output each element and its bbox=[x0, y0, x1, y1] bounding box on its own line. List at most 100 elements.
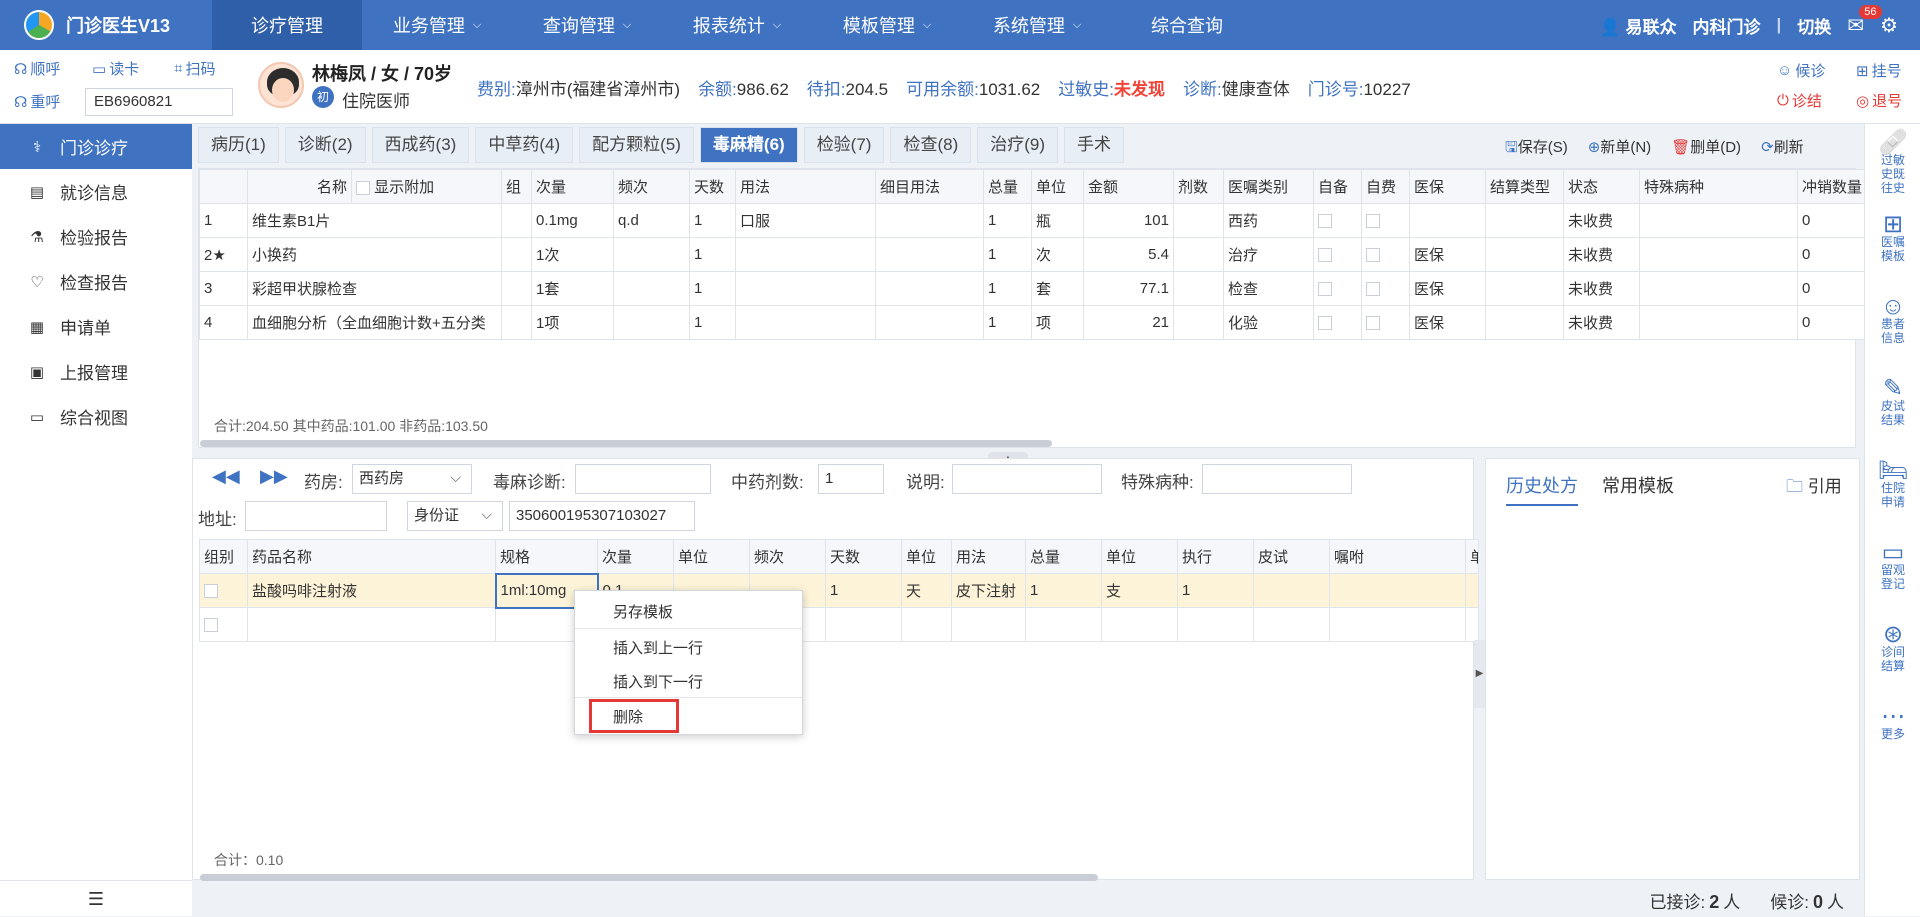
rail-item-3[interactable]: ✎ 皮试结果 bbox=[1865, 377, 1920, 428]
column-header[interactable]: 单位 bbox=[901, 539, 952, 574]
tab-0[interactable]: 病历(1) bbox=[198, 127, 279, 163]
pharmacy-select[interactable]: 西药房 bbox=[352, 463, 472, 494]
table-row[interactable]: 2★ 小换药 1次 1 1 次 5.4 治疗 医保 未收费 0 bbox=[199, 237, 1884, 272]
column-header[interactable]: 组别 bbox=[199, 539, 248, 574]
tab-4[interactable]: 配方颗粒(5) bbox=[579, 127, 694, 163]
column-header[interactable]: 单 bbox=[1465, 539, 1479, 574]
column-header[interactable]: 总量 bbox=[983, 169, 1032, 204]
column-header[interactable]: 皮试 bbox=[1253, 539, 1330, 574]
refund-button[interactable]: ◎ 退号 bbox=[1856, 90, 1902, 111]
column-header[interactable]: 状态 bbox=[1563, 169, 1640, 204]
table-cell[interactable]: 天 bbox=[901, 573, 952, 608]
tab-history-prescription[interactable]: 历史处方 bbox=[1506, 472, 1578, 506]
column-header[interactable]: 频次 bbox=[749, 539, 826, 574]
sidebar-item-3[interactable]: ♡ 检查报告 bbox=[0, 259, 192, 304]
column-header[interactable]: 次量 bbox=[531, 169, 614, 204]
scan-button[interactable]: ⌗ 扫码 bbox=[174, 58, 215, 79]
row-checkbox[interactable] bbox=[1318, 282, 1332, 297]
column-header[interactable]: 单位 bbox=[1101, 539, 1178, 574]
row-checkbox[interactable] bbox=[1366, 282, 1380, 297]
row-checkbox[interactable] bbox=[1318, 316, 1332, 331]
nav-item-0[interactable]: 诊疗管理 bbox=[212, 0, 362, 50]
column-header[interactable]: 嘱咐 bbox=[1329, 539, 1466, 574]
table-cell[interactable] bbox=[199, 573, 248, 608]
column-header[interactable]: 自备 bbox=[1313, 169, 1362, 204]
register-button[interactable]: ⊞ 挂号 bbox=[1856, 60, 1902, 81]
rail-item-4[interactable]: 🛏 住院申请 bbox=[1865, 459, 1920, 510]
table-cell[interactable] bbox=[1101, 607, 1178, 642]
narcotic-diagnosis-input[interactable] bbox=[575, 464, 711, 494]
table-cell[interactable]: 皮下注射 bbox=[951, 573, 1026, 608]
column-header[interactable]: 用法 bbox=[951, 539, 1026, 574]
tab-5[interactable]: 毒麻精(6) bbox=[699, 127, 798, 163]
column-header[interactable]: 药品名称 bbox=[247, 539, 496, 574]
column-header[interactable]: 组 bbox=[501, 169, 532, 204]
switch-button[interactable]: 切换 bbox=[1797, 13, 1831, 38]
column-header[interactable]: 用法 bbox=[735, 169, 876, 204]
row-checkbox[interactable] bbox=[1318, 214, 1332, 229]
sidebar-item-1[interactable]: ▤ 就诊信息 bbox=[0, 169, 192, 214]
table-cell[interactable] bbox=[1329, 573, 1466, 608]
column-header[interactable]: 天数 bbox=[689, 169, 736, 204]
mail-icon[interactable]: ✉ 56 bbox=[1847, 4, 1882, 38]
column-header[interactable]: 医保 bbox=[1409, 169, 1486, 204]
settings-gear-icon[interactable]: ⚙ bbox=[1880, 13, 1898, 38]
column-header[interactable]: 显示附加 bbox=[351, 169, 502, 204]
nav-item-2[interactable]: 查询管理 ⌵ bbox=[512, 0, 662, 50]
cite-button[interactable]: 🗀 引用 bbox=[1786, 472, 1842, 503]
save-button[interactable]: 🖫保存(S) bbox=[1505, 136, 1568, 162]
sidebar-item-2[interactable]: ⚗ 检验报告 bbox=[0, 214, 192, 259]
nav-item-1[interactable]: 业务管理 ⌵ bbox=[362, 0, 512, 50]
table-cell[interactable]: 1 bbox=[1025, 573, 1102, 608]
column-header[interactable]: 金额 bbox=[1083, 169, 1174, 204]
table-cell[interactable] bbox=[199, 607, 248, 642]
sidebar-item-5[interactable]: ▣ 上报管理 bbox=[0, 349, 192, 394]
department-label[interactable]: 内科门诊 bbox=[1693, 13, 1761, 38]
column-header[interactable]: 单位 bbox=[1031, 169, 1084, 204]
collapse-menu-icon[interactable]: ☰ bbox=[0, 880, 192, 916]
sidebar-item-6[interactable]: ▭ 综合视图 bbox=[0, 394, 192, 439]
card-number-input[interactable]: EB6960821 bbox=[85, 88, 233, 116]
tab-2[interactable]: 西成药(3) bbox=[371, 127, 470, 163]
column-header[interactable] bbox=[199, 169, 248, 204]
row-checkbox[interactable] bbox=[204, 584, 218, 599]
column-header[interactable]: 医嘱类别 bbox=[1223, 169, 1314, 204]
tab-1[interactable]: 诊断(2) bbox=[284, 127, 366, 163]
column-header[interactable]: 特殊病种 bbox=[1639, 169, 1798, 204]
table-cell[interactable] bbox=[1177, 607, 1254, 642]
call-next-button[interactable]: ☊ 顺呼 bbox=[14, 58, 60, 79]
rail-item-6[interactable]: ⊛ 诊间结算 bbox=[1865, 623, 1920, 674]
recall-button[interactable]: ☊ 重呼 bbox=[14, 91, 60, 112]
table-cell[interactable] bbox=[1253, 573, 1330, 608]
menu-insert-above[interactable]: 插入到上一行 bbox=[613, 637, 703, 658]
next-record-icon[interactable]: ▶▶ bbox=[260, 466, 288, 487]
nav-item-3[interactable]: 报表统计 ⌵ bbox=[662, 0, 812, 50]
table-row[interactable]: 1维生素B1片0.1mgq.d1口服1瓶101西药未收费01 bbox=[199, 203, 1884, 238]
tab-9[interactable]: 手术 bbox=[1064, 127, 1125, 163]
column-header[interactable]: 执行 bbox=[1177, 539, 1254, 574]
table-cell[interactable] bbox=[247, 607, 496, 642]
delete-order-button[interactable]: 🗑删单(D) bbox=[1671, 136, 1741, 162]
table-cell[interactable] bbox=[1253, 607, 1330, 642]
table-cell[interactable] bbox=[1329, 607, 1466, 642]
row-checkbox[interactable] bbox=[1366, 248, 1380, 263]
column-header[interactable]: 规格 bbox=[495, 539, 598, 574]
prev-record-icon[interactable]: ◀◀ bbox=[212, 466, 240, 487]
rail-item-0[interactable]: 🩹 过敏史既往史 bbox=[1865, 131, 1920, 196]
column-header[interactable]: 冲销数量 bbox=[1797, 169, 1874, 204]
prescription-scrollbar[interactable] bbox=[200, 874, 1098, 881]
sidebar-item-4[interactable]: ▦ 申请单 bbox=[0, 304, 192, 349]
tab-8[interactable]: 治疗(9) bbox=[977, 127, 1059, 163]
table-cell[interactable]: 盐酸吗啡注射液 bbox=[247, 573, 496, 608]
column-header[interactable]: 结算类型 bbox=[1485, 169, 1564, 204]
refresh-button[interactable]: ⟳刷新 bbox=[1761, 136, 1804, 162]
finish-visit-button[interactable]: ⏻ 诊结 bbox=[1777, 90, 1822, 111]
tab-7[interactable]: 检查(8) bbox=[890, 127, 972, 163]
table-cell[interactable] bbox=[825, 607, 902, 642]
expand-right-panel-icon[interactable]: ▶ bbox=[1474, 640, 1485, 708]
table-row[interactable] bbox=[199, 607, 1479, 642]
read-card-button[interactable]: ▭ 读卡 bbox=[92, 58, 139, 79]
tab-common-template[interactable]: 常用模板 bbox=[1602, 472, 1674, 498]
column-header[interactable]: 单位 bbox=[673, 539, 750, 574]
row-checkbox[interactable] bbox=[1366, 214, 1380, 229]
